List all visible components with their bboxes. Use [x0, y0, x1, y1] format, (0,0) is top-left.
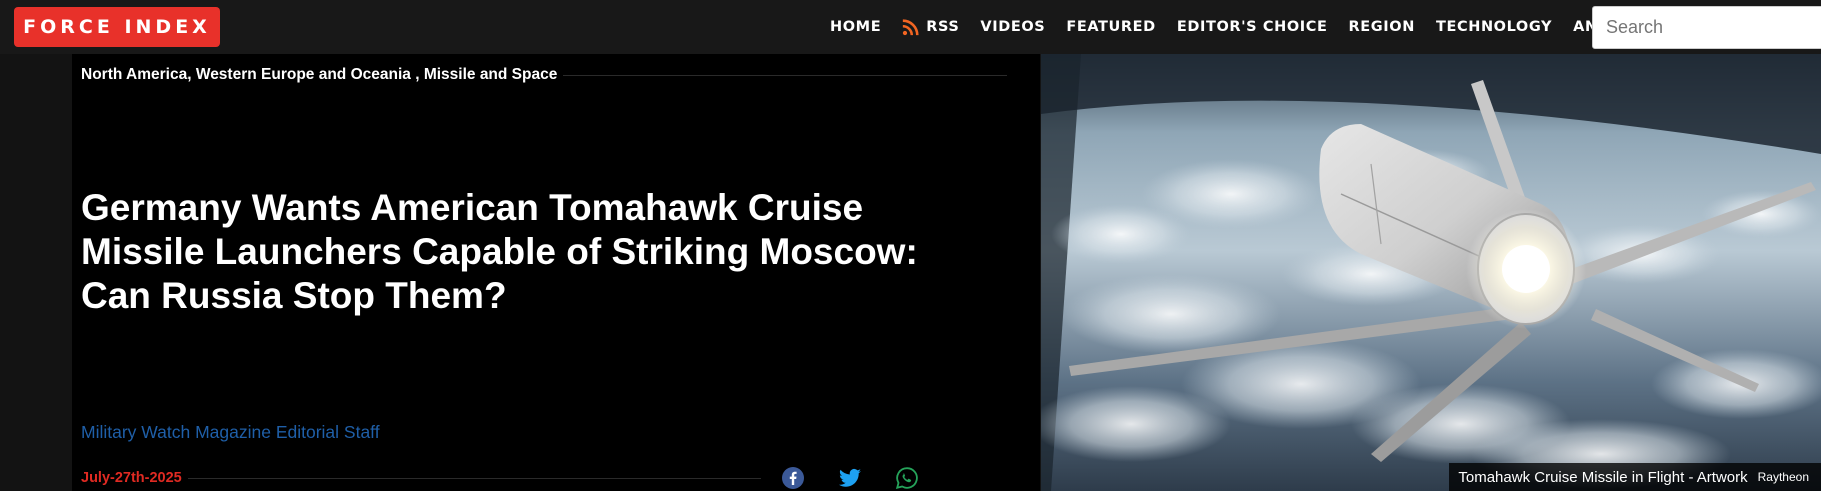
nav-technology-label: TECHNOLOGY [1435, 19, 1553, 35]
nav-rss-label: RSS [926, 19, 960, 35]
twitter-icon[interactable] [838, 466, 862, 490]
date-divider [187, 477, 761, 479]
nav-featured-label: FEATURED [1066, 19, 1156, 35]
nav-home-label: HOME [830, 19, 882, 35]
top-navigation-bar: FORCE INDEX HOME RSS VIDEOS FEATURED EDI… [0, 0, 1821, 54]
category-row: North America, Western Europe and Oceani… [81, 66, 1007, 84]
article-author[interactable]: Military Watch Magazine Editorial Staff [81, 422, 380, 443]
article-categories[interactable]: North America, Western Europe and Oceani… [81, 66, 563, 84]
article-date: July-27th-2025 [81, 470, 182, 486]
search-input[interactable] [1592, 6, 1821, 49]
nav-featured[interactable]: FEATURED [1066, 19, 1155, 35]
whatsapp-icon[interactable] [895, 466, 919, 490]
main-nav: HOME RSS VIDEOS FEATURED EDITOR'S CHOICE… [830, 0, 1677, 54]
article-header-panel: North America, Western Europe and Oceani… [72, 54, 1040, 491]
nav-home[interactable]: HOME [830, 19, 881, 35]
nav-rss[interactable]: RSS [902, 18, 960, 36]
article-title: Germany Wants American Tomahawk Cruise M… [81, 187, 918, 316]
nav-region[interactable]: REGION [1349, 19, 1415, 35]
nav-technology[interactable]: TECHNOLOGY [1436, 19, 1552, 35]
nav-videos[interactable]: VIDEOS [980, 19, 1045, 35]
hero-image: Tomahawk Cruise Missile in Flight - Artw… [1041, 54, 1821, 491]
nav-editors-choice-label: EDITOR'S CHOICE [1176, 19, 1328, 35]
rss-icon [902, 18, 919, 35]
nav-editors-choice[interactable]: EDITOR'S CHOICE [1177, 19, 1328, 35]
caption-text: Tomahawk Cruise Missile in Flight - Artw… [1458, 468, 1748, 486]
nav-region-label: REGION [1348, 19, 1415, 35]
category-divider [563, 74, 1007, 76]
date-row: July-27th-2025 [81, 470, 761, 486]
site-logo-text: FORCE INDEX [23, 16, 211, 38]
caption-credit: Raytheon [1757, 470, 1809, 484]
facebook-icon[interactable] [781, 466, 805, 490]
site-logo[interactable]: FORCE INDEX [14, 7, 220, 47]
tomahawk-missile-artwork [1041, 54, 1821, 491]
nav-videos-label: VIDEOS [980, 19, 1046, 35]
image-caption: Tomahawk Cruise Missile in Flight - Artw… [1449, 463, 1821, 491]
